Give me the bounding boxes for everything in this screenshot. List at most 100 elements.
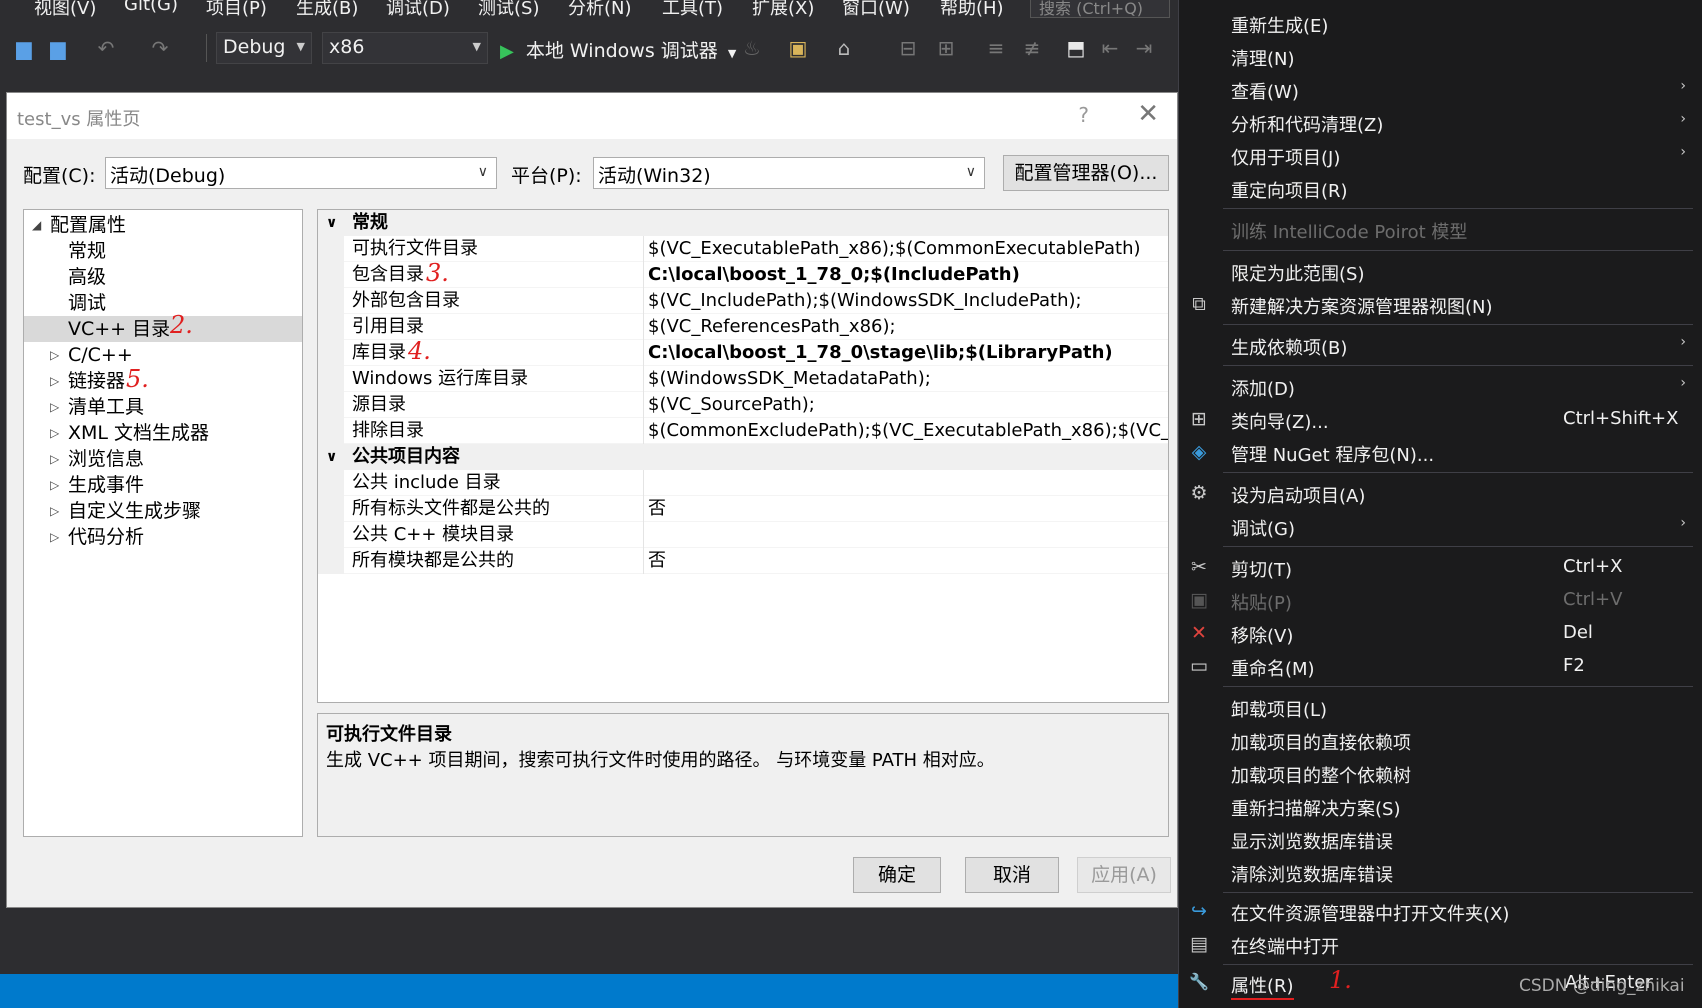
platform-combo[interactable]: x86 ▼	[322, 32, 488, 64]
window-icon[interactable]: ⌂	[832, 36, 856, 60]
prop-value[interactable]: 否	[643, 496, 1168, 522]
menu-item-load-dep-tree[interactable]: 加载项目的整个依赖树	[1179, 758, 1702, 790]
prop-value[interactable]: $(CommonExcludePath);$(VC_ExecutablePath…	[643, 418, 1168, 444]
expand-icon[interactable]: ▷	[50, 394, 59, 420]
menu-help[interactable]: 帮助(H)	[940, 0, 1004, 20]
prop-value[interactable]: 否	[643, 548, 1168, 574]
tree-item-linker[interactable]: ▷ 链接器 5.	[24, 366, 302, 394]
prop-row[interactable]: 所有模块都是公共的 否	[318, 548, 1168, 574]
tree-item-vc-directories[interactable]: VC++ 目录 2.	[24, 312, 302, 342]
tree-item-debugging[interactable]: 调试	[24, 290, 302, 316]
menu-item-open-terminal[interactable]: ▤ 在终端中打开	[1179, 929, 1702, 961]
apply-button[interactable]: 应用(A)	[1077, 857, 1171, 893]
menu-test[interactable]: 测试(S)	[478, 0, 539, 20]
bookmark-icon[interactable]: ⬒	[1064, 36, 1088, 60]
help-icon[interactable]: ?	[1078, 103, 1089, 127]
tree-item-general[interactable]: 常规	[24, 238, 302, 264]
config-manager-button[interactable]: 配置管理器(O)...	[1003, 155, 1169, 191]
menu-item-remove[interactable]: ✕ 移除(V) Del	[1179, 618, 1702, 650]
prop-row[interactable]: 外部包含目录 $(VC_IncludePath);$(WindowsSDK_In…	[318, 288, 1168, 314]
prop-row[interactable]: 公共 C++ 模块目录	[318, 522, 1168, 548]
menu-item-paste[interactable]: ▣ 粘贴(P) Ctrl+V	[1179, 585, 1702, 617]
prop-value[interactable]: $(VC_SourcePath);	[643, 392, 1168, 418]
comment-icon[interactable]: ≡	[984, 36, 1008, 60]
tree-item-xml-doc[interactable]: ▷ XML 文档生成器	[24, 420, 302, 446]
tree-item-config-props[interactable]: ◢ 配置属性	[24, 212, 302, 238]
menu-item-nuget[interactable]: ◈ 管理 NuGet 程序包(N)...	[1179, 437, 1702, 469]
folder-search-icon[interactable]: ▣	[786, 36, 810, 60]
next-bookmark-icon[interactable]: ⇥	[1132, 36, 1156, 60]
prop-row[interactable]: 所有标头文件都是公共的 否	[318, 496, 1168, 522]
prop-row[interactable]: 包含目录 3. C:\local\boost_1_78_0;$(IncludeP…	[318, 260, 1168, 288]
indent-icon[interactable]: ⊟	[896, 36, 920, 60]
prop-row[interactable]: 排除目录 $(CommonExcludePath);$(VC_Executabl…	[318, 418, 1168, 444]
prop-row[interactable]: 引用目录 $(VC_ReferencesPath_x86);	[318, 314, 1168, 340]
menu-item-clean[interactable]: 清理(N)	[1179, 41, 1702, 73]
tree-item-cpp[interactable]: ▷ C/C++	[24, 342, 302, 368]
prop-value[interactable]: $(VC_ReferencesPath_x86);	[643, 314, 1168, 340]
prop-value[interactable]: $(WindowsSDK_MetadataPath);	[643, 366, 1168, 392]
prop-row[interactable]: Windows 运行库目录 $(WindowsSDK_MetadataPath)…	[318, 366, 1168, 392]
menu-item-cut[interactable]: ✂ 剪切(T) Ctrl+X	[1179, 552, 1702, 584]
menu-git[interactable]: Git(G)	[124, 0, 178, 15]
config-combo[interactable]: Debug ▼	[216, 32, 312, 64]
redo-icon[interactable]: ↷	[148, 36, 172, 60]
menu-build[interactable]: 生成(B)	[296, 0, 358, 20]
menu-item-rename[interactable]: ▭ 重命名(M) F2	[1179, 651, 1702, 683]
menu-item-rebuild[interactable]: 重新生成(E)	[1179, 8, 1702, 40]
outdent-icon[interactable]: ⊞	[934, 36, 958, 60]
prop-row[interactable]: 源目录 $(VC_SourcePath);	[318, 392, 1168, 418]
collapse-icon[interactable]: ∨	[326, 210, 337, 236]
tree-item-custom-build[interactable]: ▷ 自定义生成步骤	[24, 498, 302, 524]
category-general[interactable]: ∨ 常规	[318, 210, 1168, 236]
menu-item-retarget[interactable]: 重定向项目(R)	[1179, 173, 1702, 205]
save-all-icon[interactable]: ▆	[46, 36, 70, 60]
menu-item-new-view[interactable]: ⧉ 新建解决方案资源管理器视图(N)	[1179, 289, 1702, 321]
prop-value[interactable]: C:\local\boost_1_78_0;$(IncludePath)	[643, 262, 1168, 288]
menu-item-open-folder[interactable]: ↪ 在文件资源管理器中打开文件夹(X)	[1179, 896, 1702, 928]
prop-value[interactable]: $(VC_IncludePath);$(WindowsSDK_IncludePa…	[643, 288, 1168, 314]
menu-item-set-startup[interactable]: ⚙ 设为启动项目(A)	[1179, 478, 1702, 510]
menu-item-intellicode[interactable]: 训练 IntelliCode Poirot 模型	[1179, 214, 1702, 246]
config-select[interactable]: 活动(Debug) ∨	[105, 157, 497, 189]
prop-value[interactable]	[643, 522, 1168, 548]
cancel-button[interactable]: 取消	[965, 857, 1059, 893]
tree-item-manifest-tool[interactable]: ▷ 清单工具	[24, 394, 302, 420]
expand-icon[interactable]: ▷	[50, 524, 59, 550]
undo-icon[interactable]: ↶	[94, 36, 118, 60]
tree-item-code-analysis[interactable]: ▷ 代码分析	[24, 524, 302, 550]
menu-item-analyze[interactable]: 分析和代码清理(Z) ›	[1179, 107, 1702, 139]
prop-row[interactable]: 公共 include 目录	[318, 470, 1168, 496]
expand-icon[interactable]: ▷	[50, 446, 59, 472]
expand-icon[interactable]: ▷	[50, 420, 59, 446]
prev-bookmark-icon[interactable]: ⇤	[1098, 36, 1122, 60]
category-public-project[interactable]: ∨ 公共项目内容	[318, 444, 1168, 470]
menu-project[interactable]: 项目(P)	[206, 0, 267, 20]
menu-item-debug[interactable]: 调试(G) ›	[1179, 511, 1702, 543]
menu-item-clear-db-errors[interactable]: 清除浏览数据库错误	[1179, 857, 1702, 889]
expand-icon[interactable]: ▷	[50, 472, 59, 498]
prop-row[interactable]: 库目录 4. C:\local\boost_1_78_0\stage\lib;$…	[318, 338, 1168, 366]
menu-extensions[interactable]: 扩展(X)	[752, 0, 814, 20]
menu-item-project-only[interactable]: 仅用于项目(J) ›	[1179, 140, 1702, 172]
menu-item-show-db-errors[interactable]: 显示浏览数据库错误	[1179, 824, 1702, 856]
search-input[interactable]: 搜索 (Ctrl+Q)	[1030, 0, 1170, 18]
tree-item-browse-info[interactable]: ▷ 浏览信息	[24, 446, 302, 472]
ok-button[interactable]: 确定	[853, 857, 941, 893]
collapse-icon[interactable]: ∨	[326, 444, 337, 470]
menu-item-rescan[interactable]: 重新扫描解决方案(S)	[1179, 791, 1702, 823]
flame-icon[interactable]: ♨	[740, 36, 764, 60]
tree-item-build-events[interactable]: ▷ 生成事件	[24, 472, 302, 498]
menu-view[interactable]: 视图(V)	[34, 0, 96, 20]
menu-item-build-deps[interactable]: 生成依赖项(B) ›	[1179, 330, 1702, 362]
run-debugger-button[interactable]: ▶ 本地 Windows 调试器 ▼	[500, 32, 736, 64]
menu-item-view[interactable]: 查看(W) ›	[1179, 74, 1702, 106]
prop-value[interactable]: C:\local\boost_1_78_0\stage\lib;$(Librar…	[643, 340, 1168, 366]
close-icon[interactable]: ✕	[1137, 99, 1159, 129]
expand-icon[interactable]: ▷	[50, 368, 59, 394]
menu-item-unload[interactable]: 卸载项目(L)	[1179, 692, 1702, 724]
menu-item-scope[interactable]: 限定为此范围(S)	[1179, 256, 1702, 288]
menu-window[interactable]: 窗口(W)	[842, 0, 910, 20]
menu-item-load-direct-deps[interactable]: 加载项目的直接依赖项	[1179, 725, 1702, 757]
expand-icon[interactable]: ▷	[50, 342, 59, 368]
